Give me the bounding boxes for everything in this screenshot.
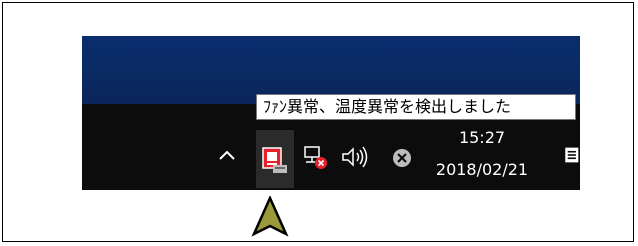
fan-alert-tray-button[interactable]: [256, 130, 294, 188]
clock-time: 15:27: [458, 128, 506, 147]
chevron-up-icon: [219, 150, 235, 160]
notification-icon: [565, 147, 579, 163]
notifications-button[interactable]: [562, 140, 580, 170]
fan-alert-icon: [262, 147, 287, 173]
taskbar-clock[interactable]: 15:27 2018/02/21: [424, 122, 540, 186]
volume-icon: [342, 146, 368, 168]
arrow-pointer-icon: [251, 194, 289, 237]
show-hidden-icons-button[interactable]: [216, 140, 238, 170]
clock-date: 2018/02/21: [435, 160, 529, 179]
action-center-tray-button[interactable]: [390, 144, 414, 172]
pointer-annotation: [250, 194, 290, 238]
close-circle-icon: [393, 149, 411, 167]
fan-alert-tooltip: ﾌｧﾝ異常、温度異常を検出しました: [256, 94, 576, 120]
volume-tray-button[interactable]: [338, 140, 372, 174]
network-tray-button[interactable]: [300, 140, 330, 174]
network-disconnected-icon: [304, 146, 327, 169]
